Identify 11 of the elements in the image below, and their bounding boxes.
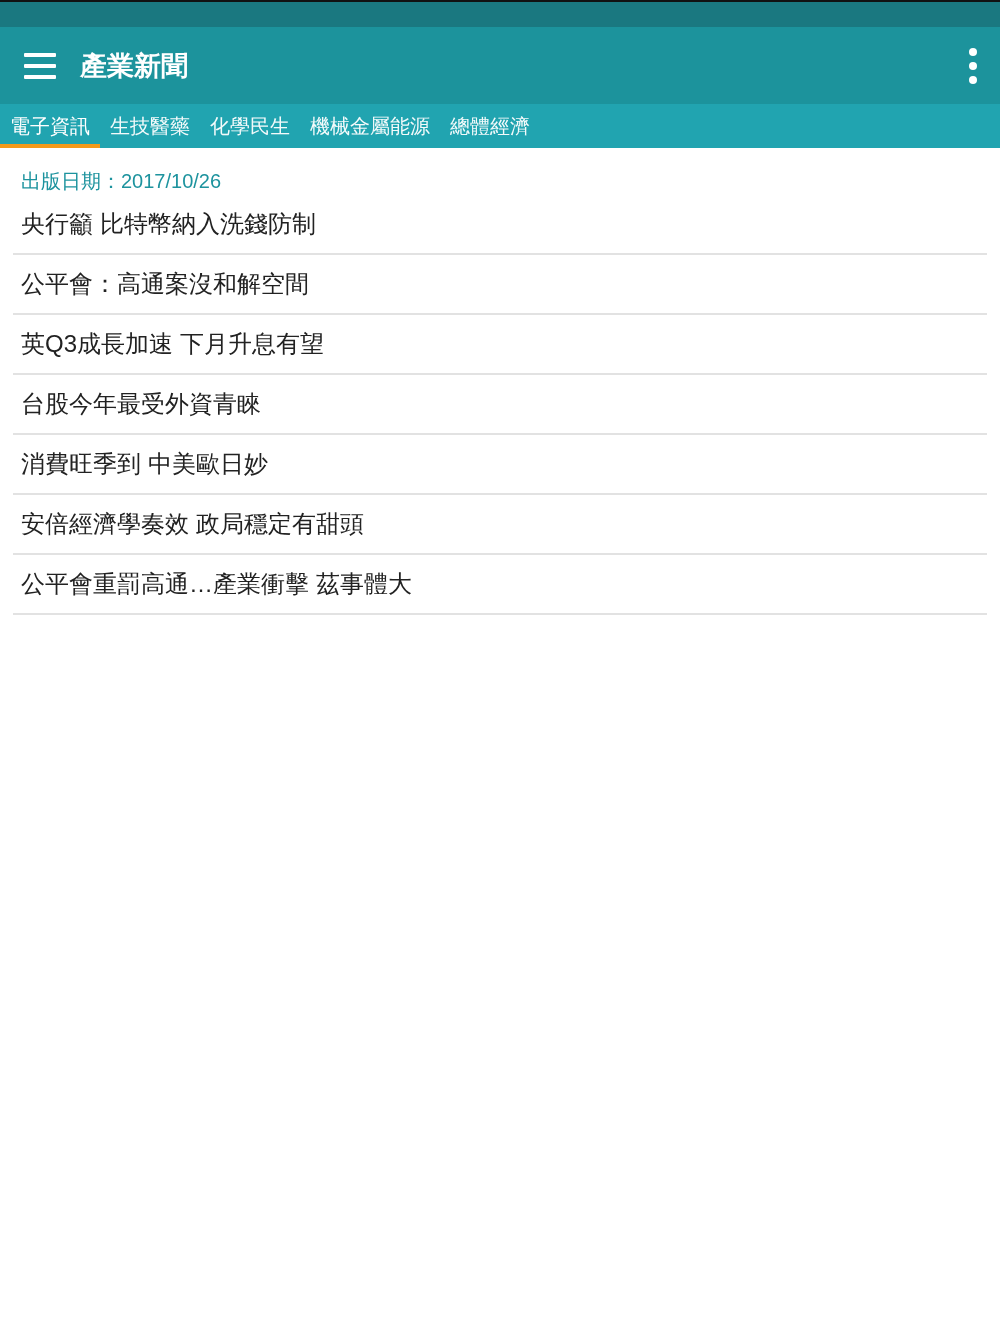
publish-date: 出版日期：2017/10/26 — [20, 169, 223, 192]
app-title: 產業新聞 — [80, 49, 189, 83]
article-row[interactable]: 英Q3成長加速 下月升息有望 — [13, 315, 987, 375]
more-options-icon[interactable] — [968, 47, 978, 84]
article-row[interactable]: 公平會重罰高通…產業衝擊 茲事體大 — [13, 555, 987, 615]
article-row[interactable]: 消費旺季到 中美歐日妙 — [13, 435, 987, 495]
article-row[interactable]: 安倍經濟學奏效 政局穩定有甜頭 — [13, 495, 987, 555]
article-row[interactable]: 央行籲 比特幣納入洗錢防制 — [13, 195, 987, 255]
article-row[interactable]: 台股今年最受外資青睞 — [13, 375, 987, 435]
article-row[interactable]: 公平會：高通案沒和解空間 — [13, 255, 987, 315]
menu-icon[interactable] — [24, 52, 56, 79]
